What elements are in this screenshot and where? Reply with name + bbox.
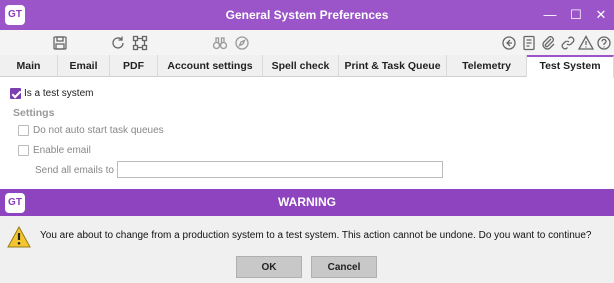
no-autostart-checkbox[interactable] — [18, 125, 29, 136]
tab-test-system[interactable]: Test System — [527, 55, 614, 78]
enable-email-label: Enable email — [33, 145, 91, 156]
close-button[interactable]: ✕ — [588, 0, 614, 30]
enable-email-checkbox[interactable] — [18, 145, 29, 156]
toolbar — [0, 30, 614, 55]
tab-account-settings[interactable]: Account settings — [158, 55, 263, 77]
minimize-button[interactable]: — — [537, 0, 563, 30]
warning-message: You are about to change from a productio… — [40, 230, 592, 241]
warning-dialog-title: WARNING — [278, 195, 336, 209]
send-all-emails-label: Send all emails to — [35, 165, 114, 176]
alert-icon[interactable] — [576, 33, 596, 53]
help-icon[interactable] — [594, 33, 614, 53]
tab-print-task-queue[interactable]: Print & Task Queue — [339, 55, 447, 77]
maximize-button[interactable]: ☐ — [563, 0, 589, 30]
tab-main[interactable]: Main — [0, 55, 58, 77]
link-icon[interactable] — [558, 33, 578, 53]
warning-icon — [7, 225, 31, 248]
is-test-system-checkbox[interactable] — [10, 88, 21, 99]
settings-heading: Settings — [13, 107, 55, 119]
tab-bar: Main Email PDF Account settings Spell ch… — [0, 55, 614, 78]
back-icon[interactable] — [499, 33, 519, 53]
tab-pdf[interactable]: PDF — [110, 55, 158, 77]
ok-button[interactable]: OK — [236, 256, 302, 278]
refresh-icon[interactable] — [108, 33, 128, 53]
tab-telemetry[interactable]: Telemetry — [447, 55, 527, 77]
warning-dialog-body: You are about to change from a productio… — [0, 216, 614, 283]
save-icon[interactable] — [50, 33, 70, 53]
send-all-emails-input[interactable] — [117, 161, 443, 178]
network-icon[interactable] — [130, 33, 150, 53]
is-test-system-label: Is a test system — [24, 88, 94, 99]
test-system-panel: Is a test system Settings Do not auto st… — [0, 78, 614, 188]
document-icon[interactable] — [519, 33, 539, 53]
title-bar: GT General System Preferences — ☐ ✕ — [0, 0, 614, 30]
binoculars-icon[interactable] — [210, 33, 230, 53]
compass-icon[interactable] — [232, 33, 252, 53]
no-autostart-label: Do not auto start task queues — [33, 125, 164, 136]
attachment-icon[interactable] — [538, 33, 558, 53]
tab-email[interactable]: Email — [58, 55, 110, 77]
tab-spell-check[interactable]: Spell check — [263, 55, 339, 77]
warning-dialog-titlebar: GT WARNING — [0, 189, 614, 216]
window-title: General System Preferences — [225, 8, 389, 22]
cancel-button[interactable]: Cancel — [311, 256, 377, 278]
